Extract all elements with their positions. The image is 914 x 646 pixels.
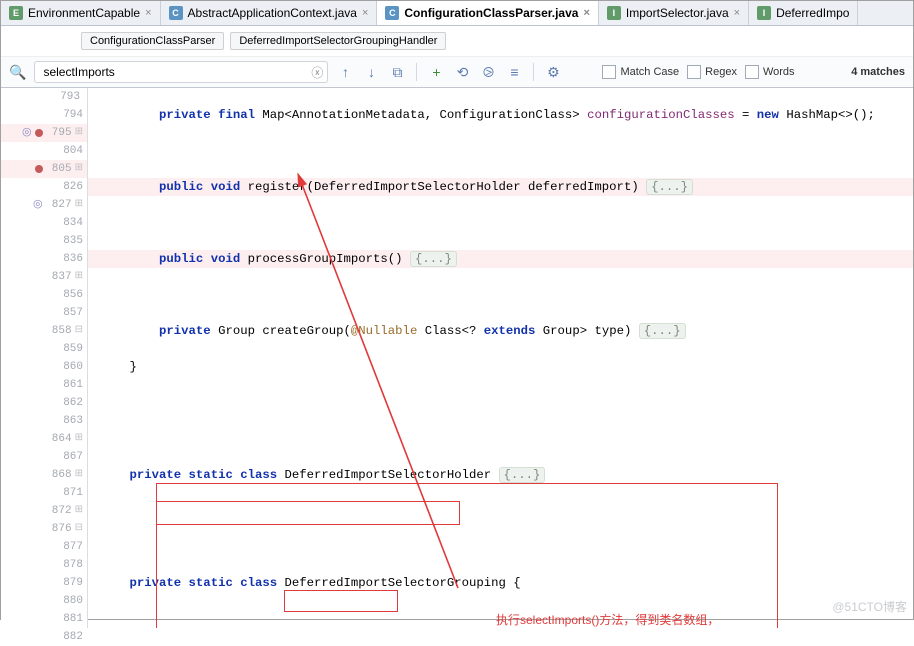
match-case-checkbox[interactable]: Match Case — [602, 65, 679, 79]
annotation-text: 执行selectImports()方法，得到类名数组，给handler类中的pr… — [496, 580, 767, 628]
words-checkbox[interactable]: Words — [745, 65, 795, 79]
search-input[interactable] — [41, 63, 321, 81]
fold-icon[interactable]: ⊞ — [75, 196, 83, 214]
override-icon: ◎ — [33, 196, 43, 214]
add-selection-button[interactable]: + — [427, 63, 445, 81]
fold-icon[interactable]: ⊞ — [75, 466, 83, 484]
clear-icon[interactable]: ⓧ — [311, 64, 323, 81]
close-icon[interactable]: × — [734, 7, 740, 19]
search-input-wrap: ⓧ — [34, 61, 328, 83]
close-icon[interactable]: × — [583, 7, 589, 19]
gutter: 793 794 ◎795⊞ 804 805⊞ 826 ◎827⊞ 834 835… — [1, 88, 88, 628]
crumb-class[interactable]: ConfigurationClassParser — [81, 32, 224, 50]
fold-icon[interactable]: ⊟ — [75, 322, 83, 340]
fold-icon[interactable]: ⊞ — [75, 268, 83, 286]
match-count: 4 matches — [851, 66, 905, 78]
breakpoint-icon — [35, 129, 43, 137]
crumb-inner-class[interactable]: DeferredImportSelectorGroupingHandler — [230, 32, 446, 50]
select-all-button[interactable]: ⧉ — [388, 63, 406, 81]
fold-icon[interactable]: ⊟ — [75, 520, 83, 538]
tab-environmentcapable[interactable]: EEnvironmentCapable× — [1, 1, 161, 25]
fold-icon[interactable]: ⊞ — [75, 430, 83, 448]
toggle-button-2[interactable]: ⧁ — [479, 63, 497, 81]
breakpoint-icon — [35, 165, 43, 173]
code-area[interactable]: private final Map<AnnotationMetadata, Co… — [88, 88, 913, 628]
close-icon[interactable]: × — [362, 7, 368, 19]
prev-match-button[interactable]: ↑ — [336, 63, 354, 81]
tab-configurationclassparser[interactable]: CConfigurationClassParser.java× — [377, 1, 599, 25]
find-toolbar: 🔍 ⓧ ↑ ↓ ⧉ + ⟲ ⧁ ≡ ⚙ Match Case Regex Wor… — [1, 57, 913, 88]
annotation-box — [284, 590, 398, 612]
fold-icon[interactable]: ⊞ — [75, 160, 83, 178]
fold-icon[interactable]: ⊞ — [75, 124, 83, 142]
tab-abstractapplicationcontext[interactable]: CAbstractApplicationContext.java× — [161, 1, 378, 25]
filter-button[interactable]: ≡ — [505, 63, 523, 81]
search-icon: 🔍 — [9, 64, 26, 81]
editor: 793 794 ◎795⊞ 804 805⊞ 826 ◎827⊞ 834 835… — [1, 88, 913, 628]
tab-deferredimport[interactable]: IDeferredImpo — [749, 1, 858, 25]
regex-checkbox[interactable]: Regex — [687, 65, 737, 79]
toggle-button-1[interactable]: ⟲ — [453, 63, 471, 81]
settings-button[interactable]: ⚙ — [544, 63, 562, 81]
editor-tabs: EEnvironmentCapable× CAbstractApplicatio… — [1, 1, 913, 26]
close-icon[interactable]: × — [145, 7, 151, 19]
breadcrumb: ConfigurationClassParser DeferredImportS… — [1, 26, 913, 57]
watermark: @51CTO博客 — [832, 598, 907, 615]
fold-icon[interactable]: ⊞ — [75, 502, 83, 520]
tab-importselector[interactable]: IImportSelector.java× — [599, 1, 749, 25]
modified-marker-icon: ◎ — [22, 124, 32, 142]
next-match-button[interactable]: ↓ — [362, 63, 380, 81]
